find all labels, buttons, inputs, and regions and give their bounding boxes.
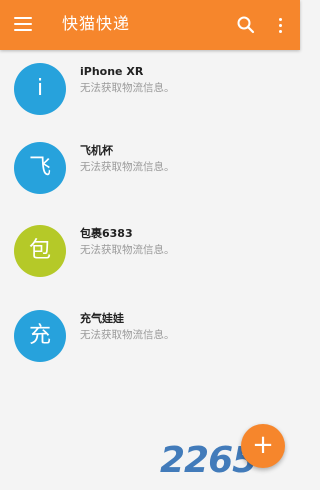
add-package-button[interactable]: + — [241, 424, 285, 468]
avatar: 飞 — [14, 142, 66, 194]
package-title: 充气娃娃 — [80, 312, 124, 325]
package-title: 包裹6383 — [80, 227, 133, 240]
avatar: 包 — [14, 225, 66, 277]
package-status: 无法获取物流信息。 — [80, 161, 175, 173]
plus-icon: + — [252, 430, 274, 460]
menu-icon[interactable] — [14, 17, 32, 31]
app-title: 快猫快递 — [62, 14, 131, 33]
list-item[interactable]: i iPhone XR 无法获取物流信息。 — [0, 52, 300, 130]
package-status: 无法获取物流信息。 — [80, 244, 175, 256]
package-status: 无法获取物流信息。 — [80, 329, 175, 341]
list-item[interactable]: 充 充气娃娃 无法获取物流信息。 — [0, 299, 300, 377]
search-icon[interactable] — [236, 15, 256, 35]
package-title: 飞机杯 — [80, 144, 113, 157]
more-vert-icon[interactable] — [273, 15, 289, 35]
list-item[interactable]: 包 包裹6383 无法获取物流信息。 — [0, 214, 300, 292]
avatar: 充 — [14, 310, 66, 362]
package-title: iPhone XR — [80, 65, 144, 78]
list-item[interactable]: 飞 飞机杯 无法获取物流信息。 — [0, 131, 300, 209]
app-bar: 快猫快递 — [0, 0, 300, 50]
package-status: 无法获取物流信息。 — [80, 82, 175, 94]
avatar: i — [14, 63, 66, 115]
